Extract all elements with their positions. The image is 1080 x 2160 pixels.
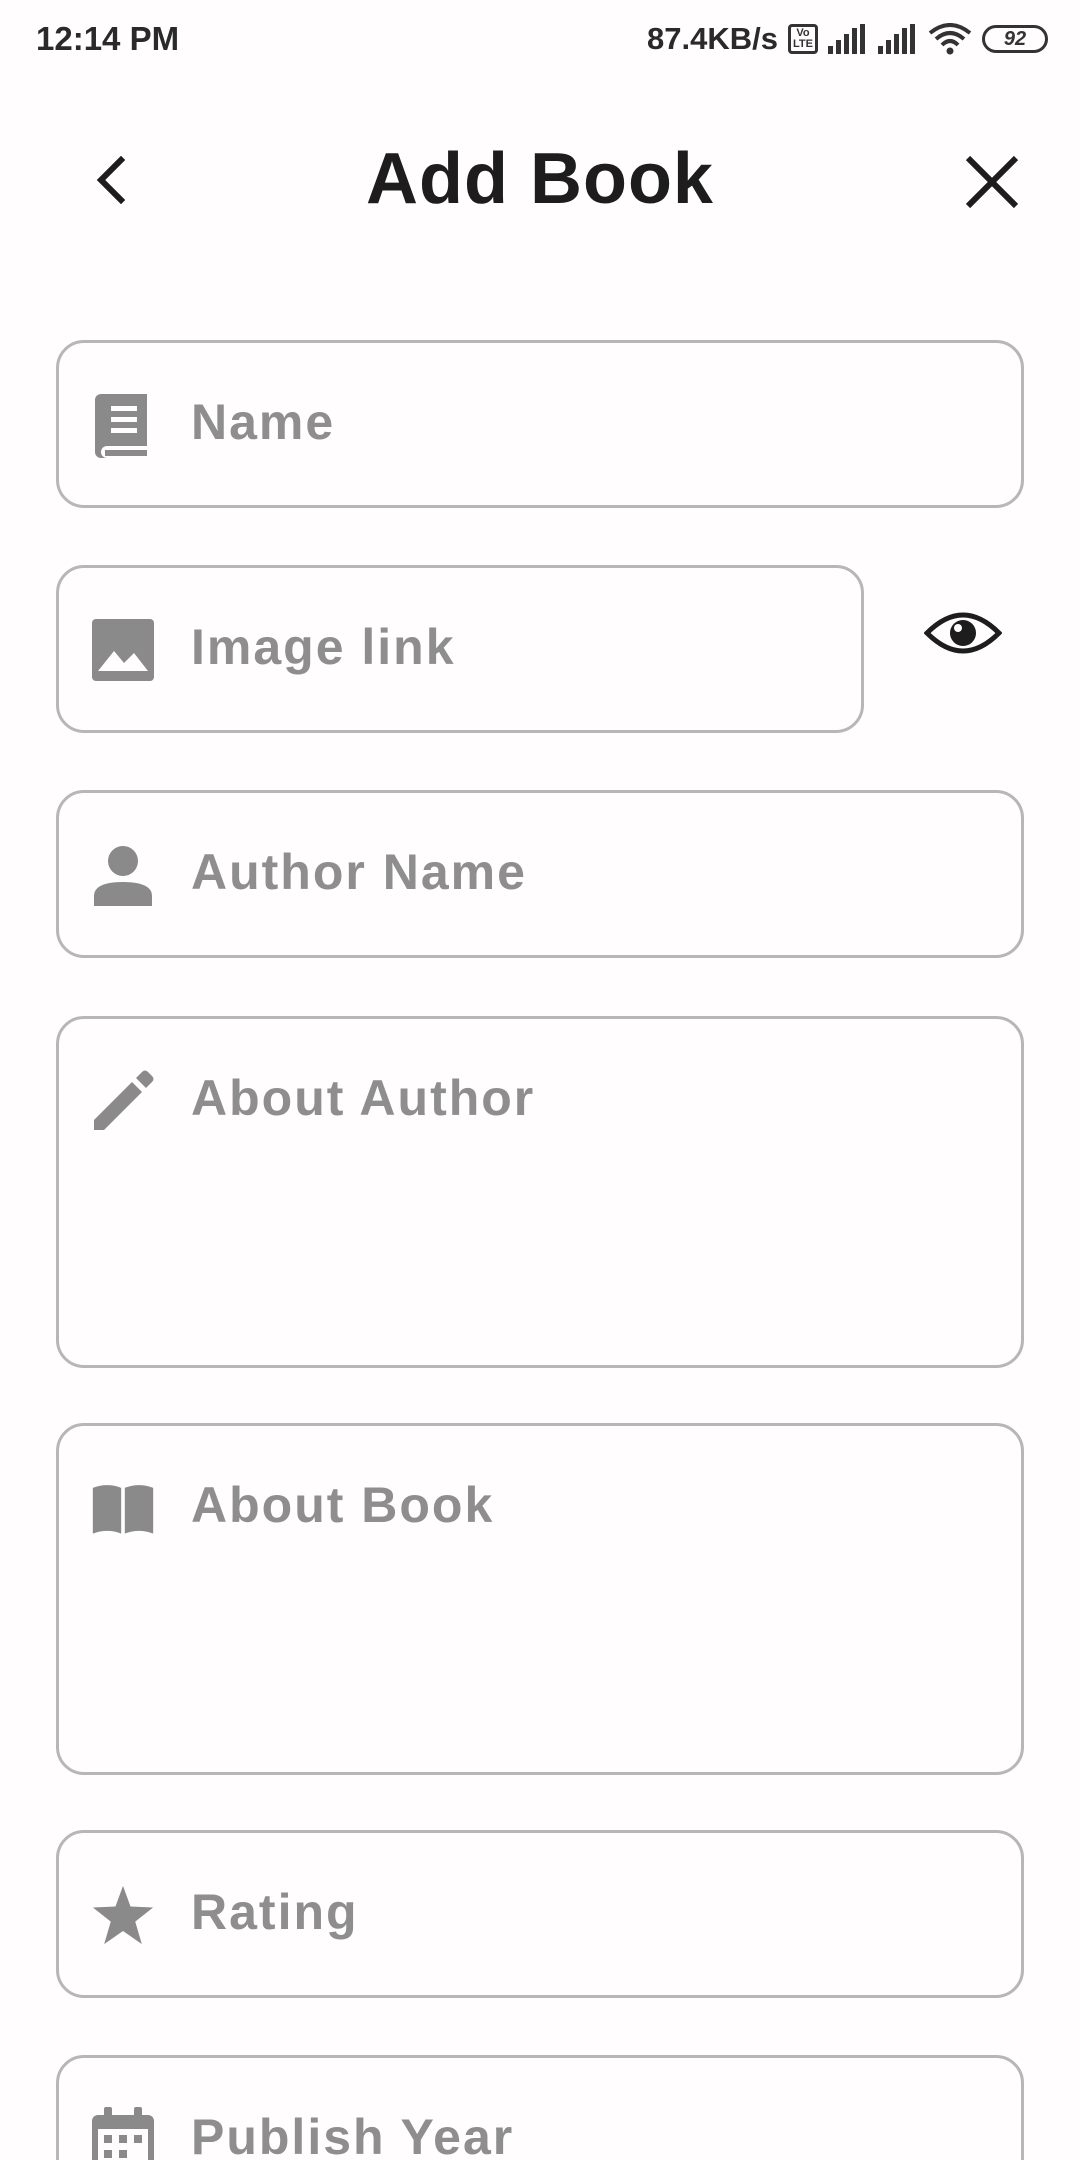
close-icon (965, 155, 1019, 209)
person-icon (91, 843, 155, 907)
open-book-icon (91, 1476, 155, 1540)
name-placeholder: Name (191, 394, 336, 450)
signal-2-icon (878, 24, 918, 54)
battery-icon: 92 (982, 25, 1048, 53)
publish-year-field[interactable]: Publish Year (56, 2055, 1024, 2160)
page-title: Add Book (366, 139, 714, 219)
image-link-placeholder: Image link (191, 619, 456, 675)
calendar-icon (91, 2107, 155, 2160)
pencil-icon (91, 1069, 155, 1133)
rating-field[interactable]: Rating (56, 1830, 1024, 1998)
author-name-placeholder: Author Name (191, 844, 527, 900)
wifi-icon (928, 23, 972, 55)
publish-year-placeholder: Publish Year (191, 2109, 515, 2160)
status-time: 12:14 PM (36, 20, 180, 57)
about-author-field[interactable]: About Author (56, 1016, 1024, 1368)
about-author-placeholder: About Author (191, 1070, 536, 1126)
rating-placeholder: Rating (191, 1884, 359, 1940)
name-field[interactable]: Name (56, 340, 1024, 508)
close-button[interactable] (960, 150, 1024, 214)
author-name-field[interactable]: Author Name (56, 790, 1024, 958)
app-bar: Add Book (0, 120, 1080, 240)
status-indicators: 87.4KB/s Vo LTE 92 (647, 21, 1048, 57)
network-speed: 87.4KB/s (647, 21, 778, 56)
image-link-field[interactable]: Image link (56, 565, 864, 733)
status-bar: 12:14 PM 87.4KB/s Vo LTE 92 (0, 0, 1080, 78)
star-icon (91, 1883, 155, 1947)
volte-icon: Vo LTE (788, 24, 818, 54)
book-icon (91, 393, 155, 458)
signal-1-icon (828, 24, 868, 54)
about-book-placeholder: About Book (191, 1477, 495, 1533)
preview-image-button[interactable] (918, 598, 1008, 668)
about-book-field[interactable]: About Book (56, 1423, 1024, 1775)
eye-icon (924, 612, 1002, 654)
image-icon (91, 618, 155, 682)
